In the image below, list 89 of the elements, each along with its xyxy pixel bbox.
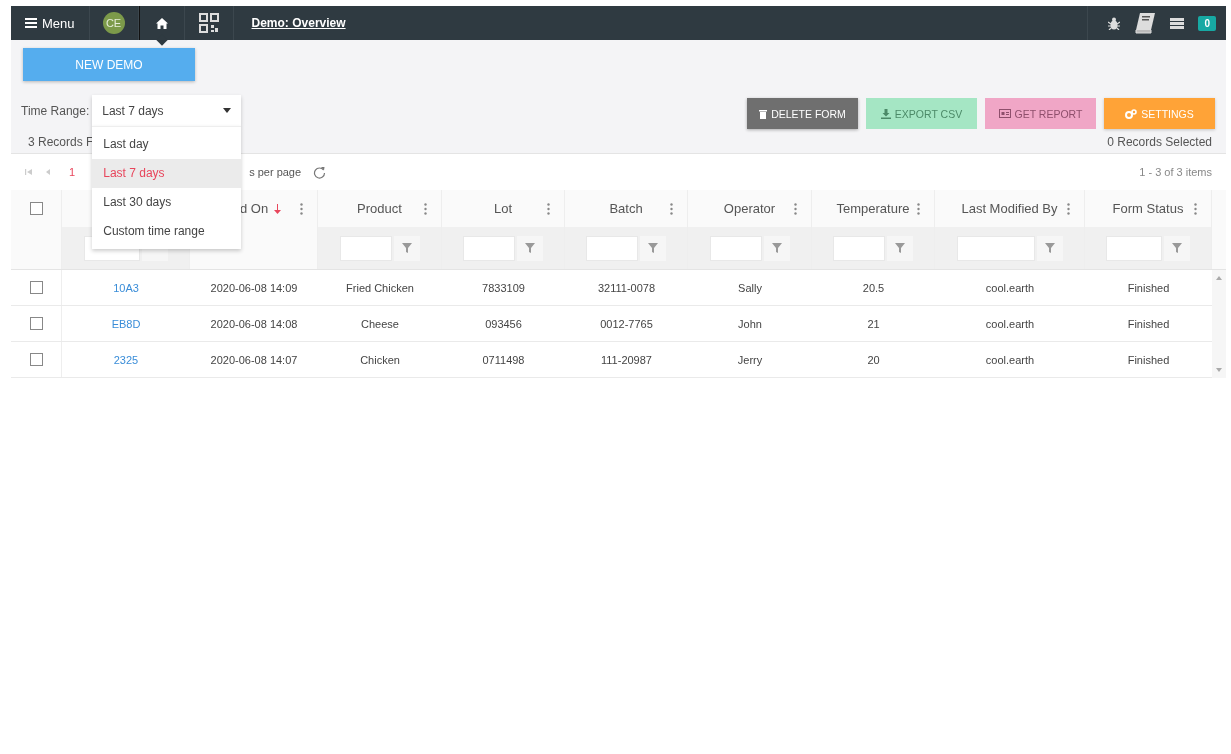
scrollbar[interactable] bbox=[1212, 270, 1226, 378]
time-range-dropdown[interactable]: Last 7 days bbox=[92, 95, 242, 126]
table-cell: Jerry bbox=[737, 353, 763, 366]
column-header[interactable]: Product bbox=[357, 201, 402, 216]
column-header[interactable]: Last Modified By bbox=[961, 201, 1058, 216]
page-number[interactable]: 1 bbox=[69, 166, 76, 178]
pagination-summary: 1 - 3 of 3 items bbox=[1139, 166, 1212, 178]
filter-icon bbox=[525, 243, 535, 253]
filter-button[interactable] bbox=[763, 235, 790, 261]
table-cell: 2020-06-08 14:09 bbox=[210, 281, 298, 294]
dropdown-option[interactable]: Last 30 days bbox=[92, 188, 242, 217]
settings-icon bbox=[1125, 108, 1138, 119]
table-cell: 093456 bbox=[485, 317, 522, 330]
table-cell: Fried Chicken bbox=[346, 281, 414, 294]
column-header[interactable]: Operator bbox=[723, 201, 776, 216]
table-cell: 2020-06-08 14:07 bbox=[210, 353, 298, 366]
column-menu-icon[interactable] bbox=[300, 203, 303, 215]
filter-button[interactable] bbox=[1036, 235, 1063, 261]
filter-icon bbox=[771, 243, 782, 253]
record-id-link[interactable]: 2325 bbox=[113, 353, 139, 366]
list-icon[interactable] bbox=[1170, 17, 1185, 29]
download-icon bbox=[880, 108, 891, 119]
dropdown-option[interactable]: Custom time range bbox=[92, 217, 242, 246]
caret-icon bbox=[223, 108, 232, 113]
delete-button[interactable]: DELETE FORM bbox=[747, 98, 858, 129]
page-title-link[interactable]: Demo: Overview bbox=[251, 16, 346, 30]
filter-icon bbox=[1172, 243, 1182, 253]
column-menu-icon[interactable] bbox=[547, 203, 550, 215]
records-selected-count: 0 Records Selected bbox=[1107, 135, 1212, 149]
time-range-label: Time Range: bbox=[21, 103, 90, 118]
column-menu-icon[interactable] bbox=[1067, 203, 1070, 215]
column-header[interactable]: d On bbox=[240, 201, 269, 216]
column-header[interactable]: Lot bbox=[493, 201, 513, 216]
filter-icon bbox=[895, 243, 905, 253]
column-menu-icon[interactable] bbox=[1194, 203, 1197, 215]
scroll-up-icon[interactable] bbox=[1216, 276, 1222, 280]
table-cell: John bbox=[738, 317, 762, 330]
row-checkbox[interactable] bbox=[29, 281, 43, 294]
column-menu-icon[interactable] bbox=[424, 203, 427, 215]
report-card-icon bbox=[998, 109, 1011, 118]
table-cell: Sally bbox=[738, 281, 762, 294]
filter-button[interactable] bbox=[887, 235, 913, 261]
scroll-down-icon[interactable] bbox=[1216, 368, 1222, 372]
table-cell: 0711498 bbox=[482, 353, 525, 366]
items-per-page-label: s per page bbox=[249, 166, 302, 178]
table-cell: Finished bbox=[1127, 281, 1170, 294]
select-all-checkbox[interactable] bbox=[29, 202, 43, 215]
home-icon[interactable] bbox=[155, 17, 168, 29]
filter-icon bbox=[401, 243, 412, 253]
bug-icon[interactable] bbox=[1108, 16, 1121, 30]
record-id-link[interactable]: 10A3 bbox=[113, 281, 139, 294]
book-icon[interactable] bbox=[1134, 12, 1157, 34]
table-cell: Chicken bbox=[360, 353, 400, 366]
row-checkbox[interactable] bbox=[29, 353, 43, 366]
table-cell: cool.earth bbox=[985, 317, 1035, 330]
table-cell: 0012-7765 bbox=[600, 317, 653, 330]
column-menu-icon[interactable] bbox=[670, 203, 673, 215]
refresh-icon[interactable] bbox=[313, 165, 327, 179]
record-id-link[interactable]: EB8D bbox=[111, 317, 141, 330]
table-cell: cool.earth bbox=[985, 281, 1035, 294]
trash-icon bbox=[759, 108, 768, 119]
column-header[interactable]: Form Status bbox=[1112, 201, 1184, 216]
table-cell: 111-20987 bbox=[601, 353, 652, 366]
column-menu-icon[interactable] bbox=[917, 203, 920, 215]
filter-button[interactable] bbox=[393, 235, 420, 261]
table-cell: 2020-06-08 14:08 bbox=[210, 317, 298, 330]
table-cell: cool.earth bbox=[985, 353, 1035, 366]
table-cell: Finished bbox=[1127, 317, 1170, 330]
filter-icon bbox=[648, 243, 658, 253]
dropdown-option[interactable]: Last day bbox=[92, 130, 242, 159]
row-checkbox[interactable] bbox=[29, 317, 43, 330]
table-cell: Cheese bbox=[361, 317, 399, 330]
qr-code-icon[interactable] bbox=[198, 13, 219, 33]
table-cell: 32111-0078 bbox=[597, 281, 656, 294]
filter-button[interactable] bbox=[640, 235, 666, 261]
table-cell: Finished bbox=[1127, 353, 1170, 366]
table-cell: 20 bbox=[867, 353, 880, 366]
column-header[interactable]: Temperature bbox=[836, 201, 910, 216]
table-cell: 21 bbox=[867, 317, 880, 330]
filter-button[interactable] bbox=[1164, 235, 1190, 261]
column-header[interactable]: Batch bbox=[609, 201, 643, 216]
filter-icon bbox=[1044, 243, 1055, 253]
column-menu-icon[interactable] bbox=[794, 203, 797, 215]
previous-page-icon[interactable] bbox=[45, 168, 51, 176]
table-cell: 7833109 bbox=[482, 281, 525, 294]
table-cell: 20.5 bbox=[862, 281, 885, 294]
filter-button[interactable] bbox=[517, 235, 543, 261]
first-page-icon[interactable] bbox=[25, 168, 33, 176]
menu-icon bbox=[25, 18, 37, 28]
